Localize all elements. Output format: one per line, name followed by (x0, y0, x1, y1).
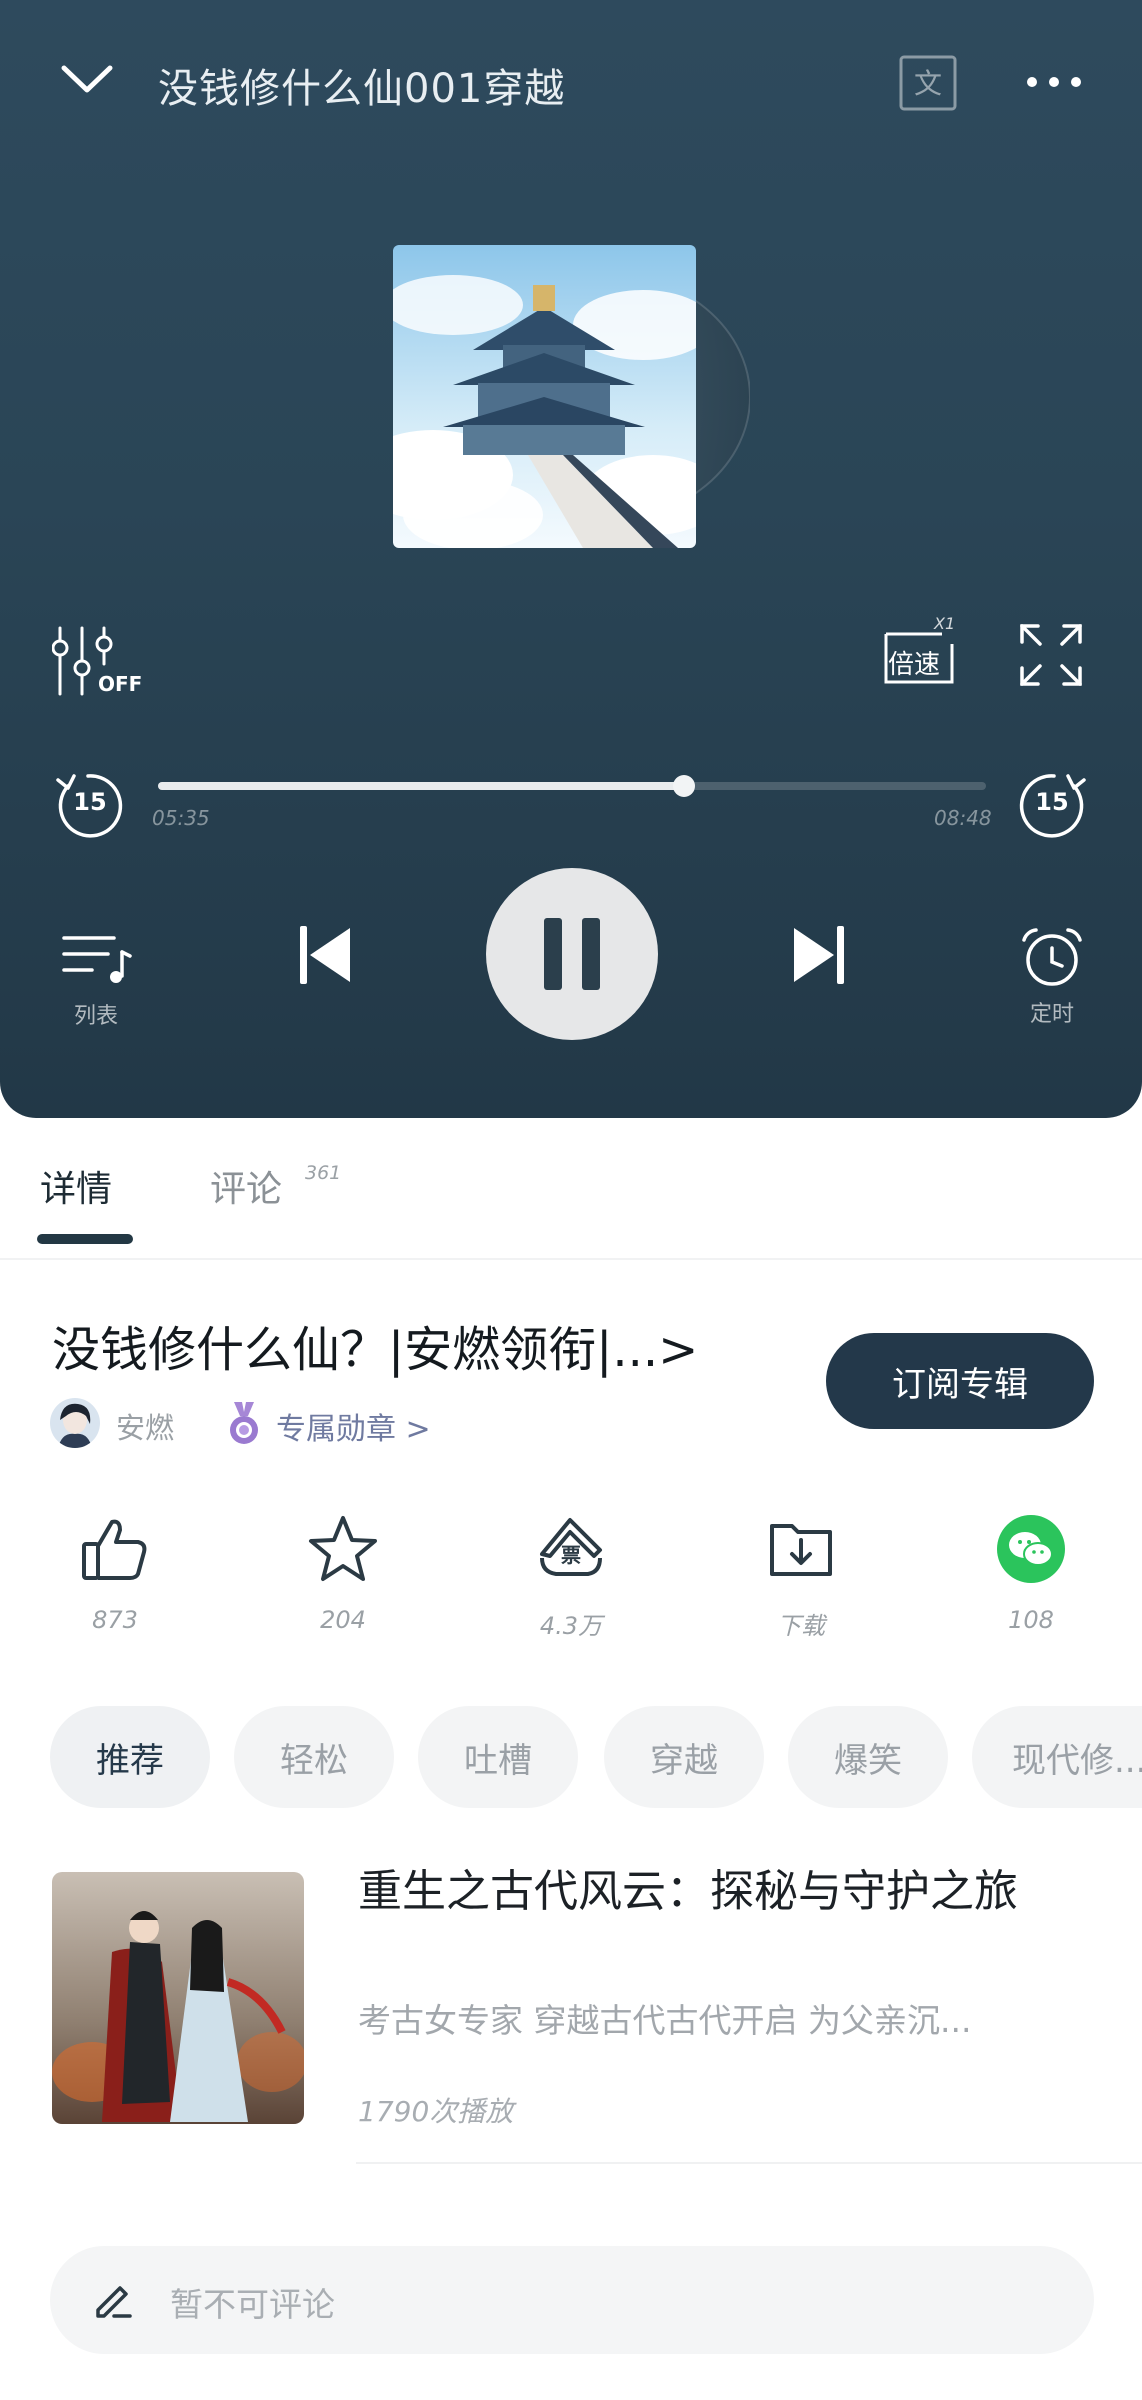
album-title-link[interactable]: 没钱修什么仙？|安燃领衔|...> (52, 1310, 797, 1380)
share-count: 108 (1008, 1606, 1054, 1634)
rewind-seconds: 15 (73, 788, 107, 816)
divider (356, 2162, 1142, 2164)
progress-bar[interactable] (158, 775, 986, 797)
monthly-ticket-button[interactable]: 票 4.3万 (496, 1514, 646, 1644)
rewind-15-icon[interactable]: 15 (52, 768, 124, 838)
recommendation-play-count: 1790次播放 (358, 2095, 514, 2128)
recommendation-title[interactable]: 重生之古代风云：探秘与守护之旅 (358, 1866, 1098, 1918)
download-button[interactable]: 下载 (726, 1514, 876, 1644)
download-label: 下载 (777, 1612, 825, 1640)
previous-track-icon[interactable] (296, 922, 356, 988)
comments-count-badge: 361 (305, 1162, 342, 1184)
author-name[interactable]: 安燃 (116, 1405, 174, 1447)
favorite-button[interactable]: 204 (268, 1514, 418, 1644)
tag-chip[interactable]: 轻松 (234, 1706, 394, 1808)
speed-label: 倍速 (888, 650, 941, 680)
tag-chip[interactable]: 吐槽 (418, 1706, 578, 1808)
thumbs-up-icon (80, 1514, 150, 1584)
recommendation-description: 考古女专家 穿越古代古代开启 为父亲沉... (358, 2001, 972, 2040)
svg-text:票: 票 (561, 1543, 581, 1567)
album-cover (393, 245, 696, 548)
tag-chip[interactable]: 现代修... (972, 1706, 1142, 1808)
next-track-icon[interactable] (788, 922, 848, 988)
playlist-button[interactable]: 列表 (56, 930, 136, 1030)
player-panel: 没钱修什么仙001穿越 文 OFF 倍速 X1 15 05:35 08:48 1… (0, 0, 1142, 1118)
wechat-icon (996, 1514, 1066, 1584)
share-wechat-button[interactable]: 108 (956, 1514, 1106, 1644)
total-time: 08:48 (934, 806, 992, 830)
comment-input-box[interactable]: 暂不可评论 (50, 2246, 1094, 2354)
edit-pencil-icon (90, 2276, 136, 2322)
exclusive-medal-link[interactable]: 专属勋章 > (276, 1404, 431, 1448)
current-time: 05:35 (152, 806, 210, 830)
tag-chip[interactable]: 爆笑 (788, 1706, 948, 1808)
sleep-timer-button[interactable]: 定时 (1014, 924, 1090, 1032)
forward-seconds: 15 (1035, 788, 1069, 816)
tag-chip[interactable]: 穿越 (604, 1706, 764, 1808)
progress-fill (158, 782, 684, 790)
equalizer-off-label: OFF (98, 672, 143, 696)
tab-bar (0, 1118, 1142, 1260)
more-icon[interactable] (1022, 60, 1086, 104)
star-icon (308, 1514, 378, 1584)
equalizer-icon[interactable]: OFF (51, 624, 143, 700)
playlist-label: 列表 (73, 1004, 118, 1029)
download-folder-icon (766, 1514, 836, 1584)
chevron-down-icon[interactable] (52, 52, 122, 112)
like-button[interactable]: 873 (40, 1514, 190, 1644)
playback-speed-button[interactable]: 倍速 X1 (878, 614, 962, 692)
medal-icon (226, 1402, 262, 1446)
tag-chip[interactable]: 推荐 (50, 1706, 210, 1808)
lyrics-button-label: 文 (913, 67, 942, 100)
tab-comments[interactable]: 评论 (210, 1160, 282, 1212)
tab-details[interactable]: 详情 (40, 1160, 112, 1212)
pause-button[interactable] (486, 868, 658, 1040)
author-avatar[interactable] (50, 1398, 100, 1448)
like-count: 873 (92, 1606, 138, 1634)
recommendation-cover[interactable] (52, 1872, 304, 2124)
lyrics-text-button[interactable]: 文 (898, 54, 958, 112)
active-tab-indicator (37, 1234, 133, 1244)
comment-placeholder: 暂不可评论 (170, 2285, 335, 2324)
speed-value: X1 (934, 614, 956, 633)
ticket-count: 4.3万 (539, 1612, 603, 1640)
progress-knob[interactable] (672, 775, 695, 797)
subscribe-album-button[interactable]: 订阅专辑 (826, 1333, 1094, 1429)
track-title: 没钱修什么仙001穿越 (158, 66, 566, 112)
timer-label: 定时 (1029, 1002, 1074, 1027)
ticket-icon: 票 (536, 1514, 606, 1584)
favorite-count: 204 (320, 1606, 366, 1634)
forward-15-icon[interactable]: 15 (1018, 768, 1090, 838)
fullscreen-icon[interactable] (1018, 622, 1084, 688)
